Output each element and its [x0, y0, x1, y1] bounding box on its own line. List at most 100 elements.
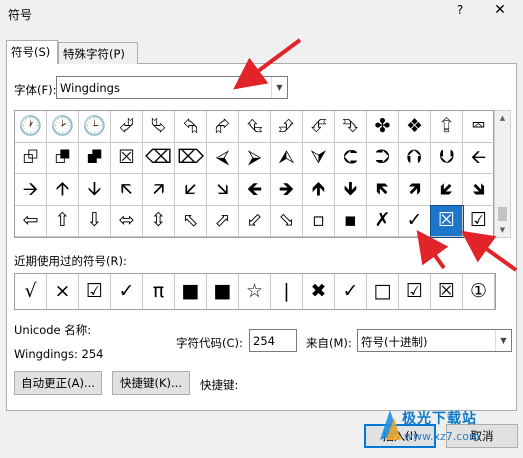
- symbol-cell[interactable]: ⮹: [463, 111, 495, 143]
- close-button[interactable]: ✕: [488, 2, 512, 22]
- symbol-cell[interactable]: ✓: [399, 205, 431, 237]
- symbol-cell[interactable]: ⮸: [431, 111, 463, 143]
- dialog-title: 符号: [8, 8, 33, 22]
- symbol-cell[interactable]: 🡹: [303, 174, 335, 206]
- scroll-thumb[interactable]: [498, 207, 507, 221]
- symbol-cell[interactable]: ⌦: [175, 142, 207, 174]
- symbol-cell[interactable]: ⮉: [399, 142, 431, 174]
- symbol-cell[interactable]: ⬀: [207, 205, 239, 237]
- symbol-cell[interactable]: ⮵: [271, 111, 303, 143]
- symbol-cell[interactable]: ⇦: [15, 205, 47, 237]
- symbol-cell[interactable]: ⇧: [47, 205, 79, 237]
- symbol-cell[interactable]: 🕑: [47, 111, 79, 143]
- scroll-up-icon[interactable]: ▲: [495, 111, 510, 125]
- watermark-logo-icon: [380, 410, 401, 440]
- recent-symbol-cell[interactable]: ☑: [79, 274, 111, 309]
- symbol-cell[interactable]: ⇳: [143, 205, 175, 237]
- symbol-cell[interactable]: 🡨: [463, 142, 495, 174]
- recent-symbol-cell[interactable]: ☑: [399, 274, 431, 309]
- recent-symbol-cell[interactable]: ☆: [239, 274, 271, 309]
- symbol-cell[interactable]: ☒: [430, 204, 464, 238]
- shortcut-label: 快捷键:: [200, 378, 239, 392]
- symbol-cell[interactable]: ⬁: [175, 205, 207, 237]
- font-label: 字体(F):: [14, 83, 57, 97]
- grid-scrollbar[interactable]: ▲ ▼: [494, 110, 511, 238]
- recent-symbol-cell[interactable]: |: [271, 274, 303, 309]
- recent-symbols-row[interactable]: √×☑✓π■■☆|✖✓□☑☒①Ⅻ: [14, 273, 496, 310]
- symbol-cell[interactable]: ⮼: [79, 142, 111, 174]
- symbol-cell[interactable]: ⮺: [15, 142, 47, 174]
- scroll-down-icon[interactable]: ▼: [495, 223, 510, 237]
- recent-symbol-cell[interactable]: √: [15, 274, 47, 309]
- symbol-cell[interactable]: ⮱: [143, 111, 175, 143]
- symbol-cell[interactable]: 🕐: [15, 111, 47, 143]
- recent-symbol-cell[interactable]: ☒: [431, 274, 463, 309]
- symbol-cell[interactable]: 🡬: [111, 174, 143, 206]
- recent-symbol-cell[interactable]: □: [367, 274, 399, 309]
- symbol-cell[interactable]: ⮳: [207, 111, 239, 143]
- symbol-cell[interactable]: 🡻: [335, 174, 367, 206]
- symbol-cell[interactable]: ⮽: [111, 142, 143, 174]
- symbol-cell[interactable]: 🡪: [15, 174, 47, 206]
- symbol-cell[interactable]: 🡭: [143, 174, 175, 206]
- symbol-cell[interactable]: ⮻: [47, 142, 79, 174]
- symbol-cell[interactable]: 🡯: [175, 174, 207, 206]
- symbol-cell[interactable]: 🡾: [463, 174, 495, 206]
- symbol-cell[interactable]: 🡮: [207, 174, 239, 206]
- symbol-cell[interactable]: ⬃: [239, 205, 271, 237]
- symbol-cell[interactable]: ⮛: [303, 142, 335, 174]
- symbol-cell[interactable]: ▫: [303, 205, 335, 237]
- symbol-cell[interactable]: ▪: [335, 205, 367, 237]
- symbol-cell[interactable]: ⮊: [367, 142, 399, 174]
- symbol-cell[interactable]: ⮙: [271, 142, 303, 174]
- symbol-cell[interactable]: ❖: [399, 111, 431, 143]
- symbol-cell[interactable]: 🡸: [239, 174, 271, 206]
- autocorrect-button[interactable]: 自动更正(A)...: [14, 371, 102, 395]
- from-select-value: 符号(十进制): [361, 335, 428, 349]
- symbol-cell[interactable]: 🡿: [431, 174, 463, 206]
- symbol-cell[interactable]: ⮈: [335, 142, 367, 174]
- symbol-cell[interactable]: ⮲: [175, 111, 207, 143]
- char-code-input[interactable]: 254: [249, 329, 297, 352]
- font-select[interactable]: Wingdings ▼: [56, 76, 288, 99]
- symbol-cell[interactable]: ⮚: [239, 142, 271, 174]
- recent-symbol-cell[interactable]: ■: [207, 274, 239, 309]
- help-button[interactable]: ?: [450, 3, 470, 21]
- recent-symbol-cell[interactable]: ×: [47, 274, 79, 309]
- tab-special-characters[interactable]: 特殊字符(P): [58, 42, 138, 64]
- symbol-cell[interactable]: 🡺: [271, 174, 303, 206]
- symbol-cell[interactable]: ⬄: [111, 205, 143, 237]
- symbol-cell[interactable]: ⮋: [431, 142, 463, 174]
- symbol-cell[interactable]: ⬂: [271, 205, 303, 237]
- recent-symbols-label: 近期使用过的符号(R):: [14, 254, 127, 268]
- symbol-cell[interactable]: 🡫: [79, 174, 111, 206]
- symbol-cell[interactable]: ⮰: [111, 111, 143, 143]
- symbol-cell[interactable]: ✗: [367, 205, 399, 237]
- symbol-grid[interactable]: 🕐 🕑 🕒 ⮰ ⮱ ⮲ ⮳ ⮴ ⮵ ⮶ ⮷ ✤ ❖ ⮸ ⮹ ⮺ ⮻ ⮼ ⮽ ⌫ ⌦ ⮘ ⮚ ⮙ ⮛ ⮈ ⮊ ⮉ ⮋ 🡨 🡪 🡩 🡫 🡬 🡭 🡯 🡮 🡸 🡺 🡹…: [14, 110, 495, 238]
- symbol-cell[interactable]: ⮴: [239, 111, 271, 143]
- recent-symbol-cell[interactable]: π: [143, 274, 175, 309]
- chevron-down-icon[interactable]: ▼: [495, 330, 511, 351]
- tab-symbols[interactable]: 符号(S): [6, 40, 58, 64]
- symbol-cell[interactable]: ⇩: [79, 205, 111, 237]
- recent-symbol-cell[interactable]: ✓: [111, 274, 143, 309]
- recent-symbol-cell[interactable]: ✖: [303, 274, 335, 309]
- symbol-cell[interactable]: 🡼: [367, 174, 399, 206]
- symbol-cell[interactable]: 🡩: [47, 174, 79, 206]
- recent-symbol-cell[interactable]: ✓: [335, 274, 367, 309]
- symbol-cell[interactable]: 🡽: [399, 174, 431, 206]
- symbol-cell[interactable]: ⌫: [143, 142, 175, 174]
- symbol-cell[interactable]: ☑: [463, 205, 495, 237]
- recent-symbol-cell[interactable]: ①: [463, 274, 495, 309]
- symbol-cell[interactable]: ⮘: [207, 142, 239, 174]
- symbol-cell[interactable]: ⮷: [335, 111, 367, 143]
- from-select[interactable]: 符号(十进制) ▼: [357, 329, 512, 352]
- symbol-cell[interactable]: 🕒: [79, 111, 111, 143]
- symbol-cell[interactable]: ⮶: [303, 111, 335, 143]
- recent-symbol-cell[interactable]: ■: [175, 274, 207, 309]
- chevron-down-icon[interactable]: ▼: [271, 77, 287, 98]
- from-label: 来自(M):: [306, 336, 352, 350]
- shortcut-key-button[interactable]: 快捷键(K)...: [112, 371, 190, 395]
- symbol-cell[interactable]: ✤: [367, 111, 399, 143]
- unicode-name-label: Unicode 名称:: [14, 323, 92, 337]
